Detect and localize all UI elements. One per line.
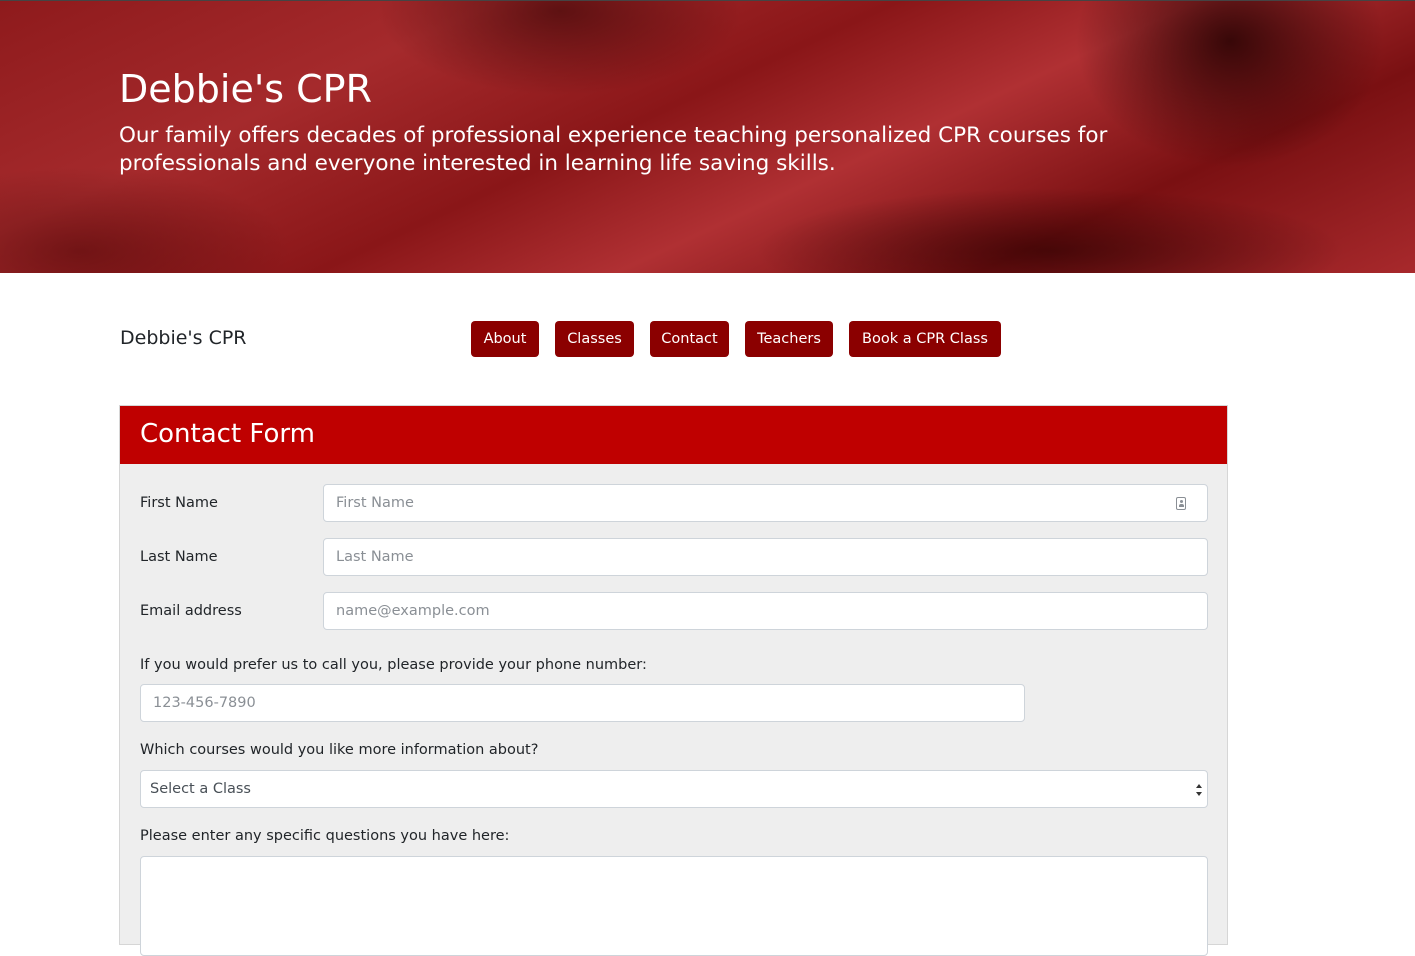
navbar-brand[interactable]: Debbie's CPR [120, 325, 247, 351]
email-input[interactable] [323, 592, 1208, 630]
course-label: Which courses would you like more inform… [140, 742, 539, 758]
hero-title: Debbie's CPR [119, 67, 372, 111]
phone-input[interactable] [140, 684, 1025, 722]
questions-label: Please enter any specific questions you … [140, 828, 510, 844]
contact-form-card: Contact Form First Name Last Name Email … [119, 405, 1228, 956]
hero-lead: Our family offers decades of professiona… [119, 123, 1108, 176]
first-name-input[interactable] [323, 484, 1208, 522]
contact-form-header: Contact Form [120, 406, 1227, 464]
nav-classes-button[interactable]: Classes [555, 321, 634, 357]
nav-about-button[interactable]: About [471, 321, 539, 357]
course-select-value: Select a Class [150, 781, 251, 797]
phone-label: If you would prefer us to call you, plea… [140, 657, 647, 673]
last-name-label: Last Name [140, 549, 218, 565]
questions-textarea[interactable] [140, 856, 1208, 956]
nav-book-class-button[interactable]: Book a CPR Class [849, 321, 1001, 357]
first-name-label: First Name [140, 495, 218, 511]
select-arrows-icon [1196, 784, 1202, 796]
hero-banner: Debbie's CPR Our family offers decades o… [0, 0, 1415, 273]
course-select[interactable]: Select a Class [140, 770, 1208, 808]
nav-teachers-button[interactable]: Teachers [745, 321, 833, 357]
nav-contact-button[interactable]: Contact [650, 321, 729, 357]
email-label: Email address [140, 603, 242, 619]
contact-card-icon[interactable] [1176, 497, 1186, 510]
contact-form-title: Contact Form [140, 419, 315, 449]
last-name-input[interactable] [323, 538, 1208, 576]
